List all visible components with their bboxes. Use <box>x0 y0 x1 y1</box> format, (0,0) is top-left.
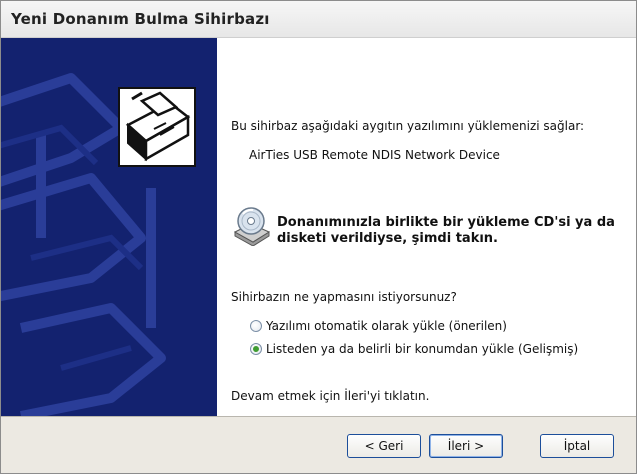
radio-automatic[interactable] <box>250 320 262 332</box>
cancel-button[interactable]: İptal <box>540 434 614 458</box>
hardware-install-icon <box>118 87 196 167</box>
radio-advanced[interactable] <box>250 343 262 355</box>
option-automatic-label[interactable]: Yazılımı otomatik olarak yükle (önerilen… <box>266 319 507 333</box>
option-advanced-label[interactable]: Listeden ya da belirli bir konumdan yükl… <box>266 342 578 356</box>
button-bar: < Geri İleri > İptal <box>1 416 636 473</box>
back-button[interactable]: < Geri <box>347 434 421 458</box>
cd-disk-icon <box>233 206 271 247</box>
device-name: AirTies USB Remote NDIS Network Device <box>249 148 500 162</box>
cd-prompt-line1: Donanımınızla birlikte bir yükleme CD'si… <box>277 215 615 230</box>
next-button[interactable]: İleri > <box>429 434 503 458</box>
title-bar: Yeni Donanım Bulma Sihirbazı <box>1 1 636 38</box>
continue-hint: Devam etmek için İleri'yi tıklatın. <box>231 389 430 403</box>
wizard-banner <box>1 38 217 416</box>
question-text: Sihirbazın ne yapmasını istiyorsunuz? <box>231 290 457 304</box>
cd-prompt-line2: disketi verildiyse, şimdi takın. <box>277 231 498 246</box>
window-title: Yeni Donanım Bulma Sihirbazı <box>11 10 270 28</box>
intro-text: Bu sihirbaz aşağıdaki aygıtın yazılımını… <box>231 119 585 133</box>
wizard-window: Yeni Donanım Bulma Sihirbazı Bu sihirbaz… <box>0 0 637 474</box>
